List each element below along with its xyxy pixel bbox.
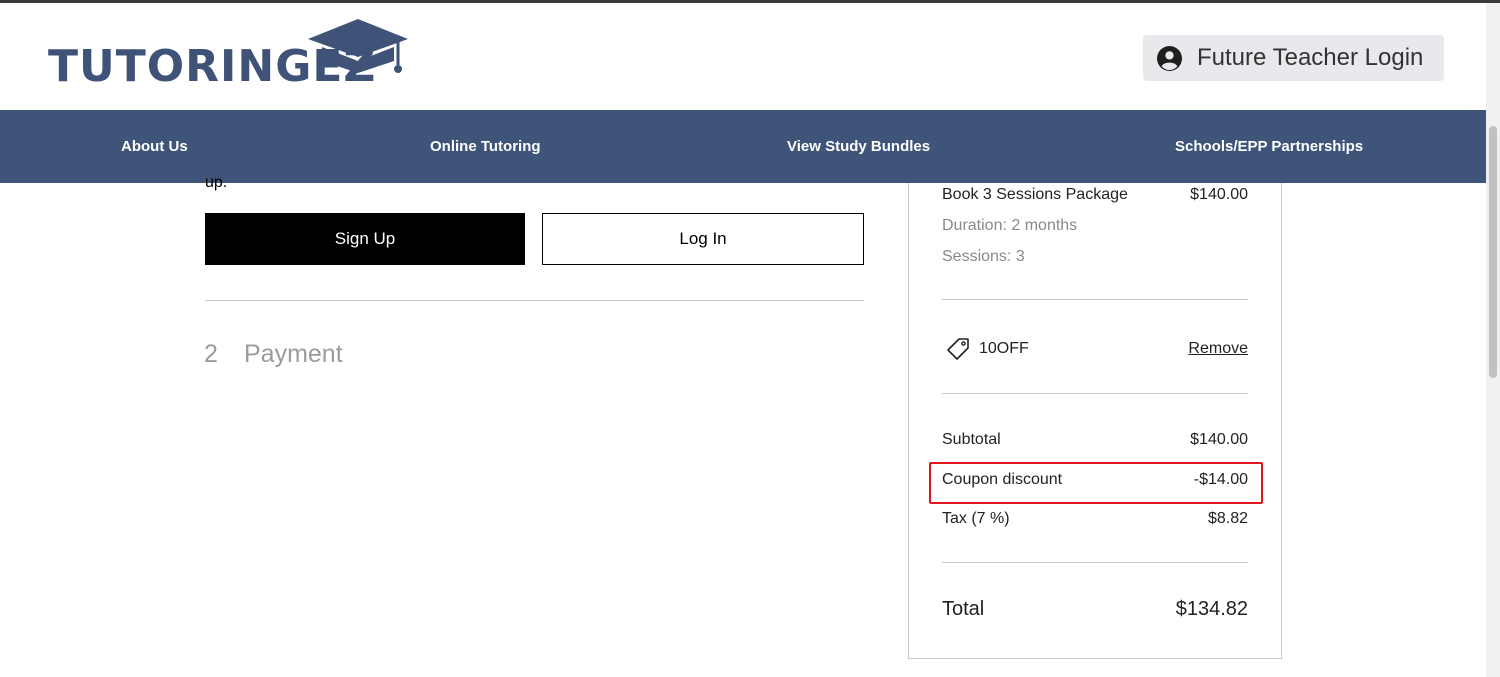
summary-divider [942, 562, 1248, 563]
log-in-button[interactable]: Log In [542, 213, 864, 265]
item-sessions: Sessions: 3 [942, 248, 1025, 265]
tax-value: $8.82 [1207, 510, 1248, 527]
site-logo[interactable]: TUTORINGEZ [48, 17, 408, 99]
total-value: $134.82 [1175, 598, 1248, 620]
user-circle-icon [1157, 45, 1182, 71]
nav-item-study-bundles[interactable]: View Study Bundles [787, 110, 930, 183]
payment-step-heading[interactable]: 2 Payment [204, 340, 343, 369]
order-summary: Book 3 Sessions Package $140.00 Duration… [908, 183, 1282, 659]
graduation-cap-icon [308, 19, 408, 73]
login-button-label: Future Teacher Login [1197, 44, 1424, 71]
tag-icon [947, 338, 969, 360]
future-teacher-login-button[interactable]: Future Teacher Login [1143, 35, 1444, 81]
partial-text: up. [205, 174, 228, 191]
nav-item-about-us[interactable]: About Us [121, 110, 188, 183]
nav-item-online-tutoring[interactable]: Online Tutoring [430, 110, 541, 183]
coupon-discount-value: -$14.00 [1193, 471, 1248, 488]
remove-coupon-link[interactable]: Remove [1188, 340, 1248, 358]
item-duration: Duration: 2 months [942, 217, 1078, 234]
item-name: Book 3 Sessions Package [942, 186, 1128, 203]
coupon-discount-label: Coupon discount [942, 471, 1063, 488]
subtotal-value: $140.00 [1190, 431, 1248, 448]
step-label: Payment [244, 340, 343, 368]
tax-label: Tax (7 %) [942, 510, 1010, 527]
summary-divider [942, 299, 1248, 300]
coupon-code: 10OFF [979, 340, 1029, 357]
step-number: 2 [204, 340, 218, 368]
nav-item-partnerships[interactable]: Schools/EPP Partnerships [1175, 110, 1363, 183]
total-label: Total [942, 598, 985, 620]
page-scrollbar[interactable] [1486, 3, 1500, 677]
item-price: $140.00 [1190, 186, 1248, 203]
site-header: TUTORINGEZ Future Teacher Login [0, 3, 1486, 110]
sign-up-button[interactable]: Sign Up [205, 213, 525, 265]
scrollbar-thumb[interactable] [1489, 126, 1497, 378]
main-nav: About Us Online Tutoring View Study Bund… [0, 110, 1486, 183]
section-divider [205, 300, 864, 301]
subtotal-label: Subtotal [942, 431, 1001, 448]
summary-divider [942, 393, 1248, 394]
